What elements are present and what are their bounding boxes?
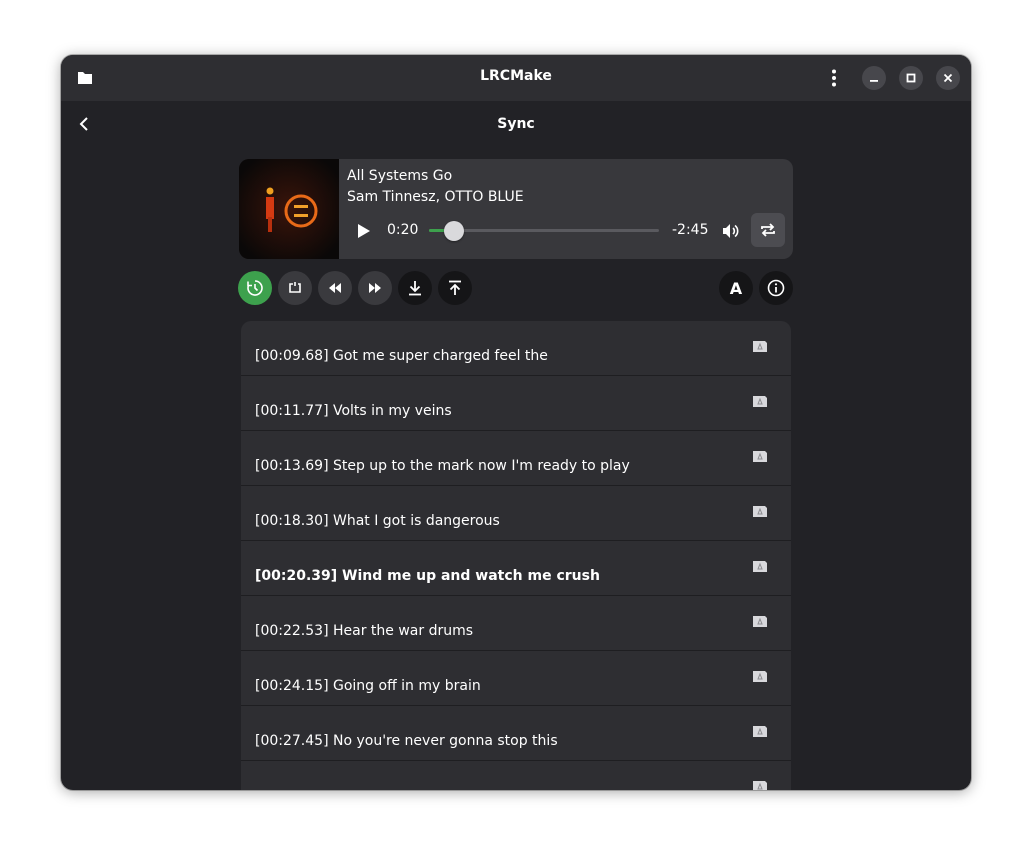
lyric-row[interactable]: [00:11.77] Volts in my veins [241, 376, 791, 431]
maximize-icon [906, 73, 916, 83]
upload-arrow-icon [449, 280, 461, 295]
repeat-toggle[interactable] [751, 213, 785, 247]
lyric-line-text: [00:22.53] Hear the war drums [255, 623, 474, 639]
lyric-row[interactable]: [00:20.39] Wind me up and watch me crush [241, 541, 791, 596]
lyric-row[interactable] [241, 761, 791, 790]
lyric-row[interactable]: [00:13.69] Step up to the mark now I'm r… [241, 431, 791, 486]
loop-icon [289, 282, 301, 293]
album-cover [239, 159, 339, 259]
app-window: LRCMake Sync All Systems Go Sam Tinnesz,… [61, 55, 971, 790]
player-card: All Systems Go Sam Tinnesz, OTTO BLUE 0:… [239, 159, 793, 259]
seek-back-button[interactable] [318, 271, 352, 305]
lyric-line-text: [00:20.39] Wind me up and watch me crush [255, 568, 600, 584]
font-button[interactable]: A [719, 271, 753, 305]
sync-line-button[interactable] [398, 271, 432, 305]
page-title: Sync [497, 116, 535, 132]
edit-line-icon[interactable] [752, 450, 768, 463]
edit-line-icon[interactable] [752, 725, 768, 738]
edit-line-icon[interactable] [752, 505, 768, 518]
repeat-icon [761, 223, 775, 237]
remaining-time: -2:45 [672, 222, 709, 238]
song-title: All Systems Go [347, 168, 453, 184]
lyric-row[interactable]: [00:09.68] Got me super charged feel the [241, 321, 791, 376]
seek-handle[interactable] [444, 221, 465, 241]
play-button[interactable] [354, 221, 374, 241]
volume-button[interactable] [720, 220, 742, 242]
edit-line-icon[interactable] [752, 560, 768, 573]
lyric-line-text: [00:24.15] Going off in my brain [255, 678, 481, 694]
clock-icon [247, 280, 263, 296]
lyrics-list: [00:09.68] Got me super charged feel the… [241, 321, 791, 790]
font-letter-icon: A [729, 278, 743, 298]
kebab-menu-icon [832, 69, 836, 87]
edit-line-icon[interactable] [752, 340, 768, 353]
page-header: Sync [61, 101, 971, 147]
lyric-line-text: [00:09.68] Got me super charged feel the [255, 348, 548, 364]
edit-line-icon[interactable] [752, 780, 768, 790]
seek-forward-button[interactable] [358, 271, 392, 305]
rewind-icon [329, 283, 341, 293]
info-icon [767, 279, 785, 297]
minimize-button[interactable] [862, 66, 886, 90]
play-icon [358, 224, 370, 238]
edit-line-icon[interactable] [752, 670, 768, 683]
edit-line-icon[interactable] [752, 615, 768, 628]
lyric-line-text: [00:18.30] What I got is dangerous [255, 513, 500, 529]
lyric-line-text: [00:27.45] No you're never gonna stop th… [255, 733, 558, 749]
close-button[interactable] [936, 66, 960, 90]
loop-button[interactable] [278, 271, 312, 305]
download-arrow-icon [409, 281, 421, 296]
sync-mode-button[interactable] [238, 271, 272, 305]
album-art-image [239, 159, 339, 259]
maximize-button[interactable] [899, 66, 923, 90]
close-icon [943, 73, 953, 83]
remove-timestamp-button[interactable] [438, 271, 472, 305]
song-artist: Sam Tinnesz, OTTO BLUE [347, 189, 524, 205]
lyric-row[interactable]: [00:24.15] Going off in my brain [241, 651, 791, 706]
main-menu-button[interactable] [822, 66, 846, 90]
current-time: 0:20 [387, 222, 419, 238]
minimize-icon [870, 80, 878, 82]
lyric-row[interactable]: [00:22.53] Hear the war drums [241, 596, 791, 651]
headerbar: LRCMake [61, 55, 971, 101]
fast-forward-icon [369, 283, 381, 293]
lyric-line-text: [00:13.69] Step up to the mark now I'm r… [255, 458, 630, 474]
info-button[interactable] [759, 271, 793, 305]
lyric-row[interactable]: [00:18.30] What I got is dangerous [241, 486, 791, 541]
lyric-row[interactable]: [00:27.45] No you're never gonna stop th… [241, 706, 791, 761]
edit-line-icon[interactable] [752, 395, 768, 408]
volume-icon [723, 224, 739, 238]
lyric-line-text: [00:11.77] Volts in my veins [255, 403, 452, 419]
